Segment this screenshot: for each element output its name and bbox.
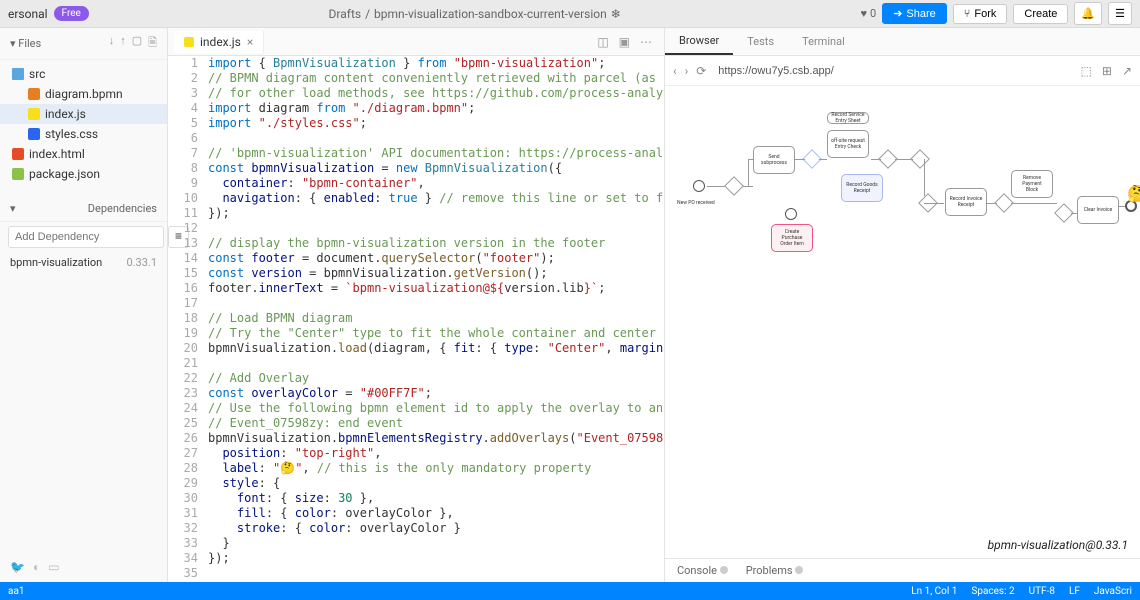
structure-icon[interactable]: ⊞: [1102, 64, 1112, 78]
nav-back-icon[interactable]: ‹: [673, 64, 677, 78]
frozen-icon: ❄: [611, 7, 621, 21]
plan-badge: Free: [54, 6, 89, 21]
editor-column: index.js × ◫ ▣ ⋯ 1import { BpmnVisualiza…: [168, 28, 665, 582]
more-menu-button[interactable]: ☰: [1108, 2, 1132, 25]
discord-icon[interactable]: ▭: [48, 560, 59, 574]
nav-forward-icon[interactable]: ›: [685, 64, 689, 78]
new-file-icon[interactable]: 🗎: [148, 34, 157, 53]
sb-eol[interactable]: LF: [1069, 586, 1080, 597]
preview-footer: bpmn-visualization@0.33.1: [665, 532, 1140, 558]
sb-encoding[interactable]: UTF-8: [1029, 586, 1055, 597]
add-dependency-input[interactable]: [8, 226, 164, 248]
github-icon[interactable]: ◐: [33, 560, 40, 574]
likes-count[interactable]: ♥ 0: [860, 7, 876, 20]
split-editor-icon[interactable]: ◫: [597, 35, 608, 49]
preview-tabs: Browser Tests Terminal: [665, 28, 1140, 56]
workspace-name: ersonal: [8, 7, 48, 21]
url-input[interactable]: [714, 61, 1072, 81]
tree-file-index-js[interactable]: index.js: [0, 104, 167, 124]
browser-address-bar: ‹ › ⟳ ⬚ ⊞ ↗: [665, 56, 1140, 86]
bpmn-diagram[interactable]: New PO received Send subprocess off-site…: [675, 106, 1130, 286]
create-button[interactable]: Create: [1013, 4, 1068, 24]
share-button[interactable]: ➜ Share: [882, 3, 947, 24]
code-editor[interactable]: 1import { BpmnVisualization } from "bpmn…: [168, 56, 664, 582]
preview-content[interactable]: New PO received Send subprocess off-site…: [665, 86, 1140, 532]
sb-lang[interactable]: JavaScri: [1094, 586, 1132, 597]
sb-cursor[interactable]: Ln 1, Col 1: [911, 586, 957, 597]
toggle-responsive-icon[interactable]: ⬚: [1081, 64, 1092, 78]
tree-file-package[interactable]: package.json: [0, 164, 167, 184]
tab-browser[interactable]: Browser: [665, 28, 733, 55]
editor-tabs: index.js × ◫ ▣ ⋯: [168, 28, 664, 56]
tree-file-diagram[interactable]: diagram.bpmn: [0, 84, 167, 104]
files-panel-header[interactable]: ▾ Files ↓ ↑ ▢ 🗎: [0, 28, 167, 60]
notifications-button[interactable]: 🔔: [1074, 2, 1102, 25]
sb-spaces[interactable]: Spaces: 2: [971, 586, 1014, 597]
deps-panel-header[interactable]: ▾ Dependencies: [0, 196, 167, 222]
format-icon[interactable]: ▣: [619, 35, 630, 49]
breadcrumb-folder[interactable]: Drafts: [329, 7, 362, 21]
fork-button[interactable]: ⑂ Fork: [953, 4, 1008, 24]
tree-file-index-html[interactable]: index.html: [0, 144, 167, 164]
new-folder-icon[interactable]: ▢: [132, 34, 142, 53]
editor-more-icon[interactable]: ⋯: [640, 35, 652, 49]
preview-column: Browser Tests Terminal ‹ › ⟳ ⬚ ⊞ ↗ New P…: [665, 28, 1140, 582]
breadcrumb-sandbox[interactable]: bpmn-visualization-sandbox-current-versi…: [374, 7, 607, 21]
statusbar: aa1 Ln 1, Col 1 Spaces: 2 UTF-8 LF JavaS…: [0, 582, 1140, 600]
tree-file-styles[interactable]: styles.css: [0, 124, 167, 144]
open-external-icon[interactable]: ↗: [1122, 64, 1132, 78]
console-panel-header[interactable]: Console Problems: [665, 558, 1140, 582]
reload-icon[interactable]: ⟳: [696, 64, 706, 78]
close-tab-icon[interactable]: ×: [247, 35, 253, 49]
twitter-icon[interactable]: 🐦: [10, 560, 25, 574]
sb-branch[interactable]: aa1: [8, 586, 25, 597]
titlebar: ersonal Free Drafts / bpmn-visualization…: [0, 0, 1140, 28]
tab-tests[interactable]: Tests: [733, 28, 788, 55]
download-icon[interactable]: ↓: [109, 34, 115, 53]
file-tree: src diagram.bpmn index.js styles.css ind…: [0, 60, 167, 188]
tree-folder-src[interactable]: src: [0, 64, 167, 84]
sidebar: ▾ Files ↓ ↑ ▢ 🗎 src diagram.bpmn index.j…: [0, 28, 168, 582]
tab-terminal[interactable]: Terminal: [788, 28, 859, 55]
dependency-row[interactable]: bpmn-visualization 0.33.1: [0, 252, 167, 273]
upload-icon[interactable]: ↑: [120, 34, 126, 53]
tab-index-js[interactable]: index.js ×: [174, 31, 264, 53]
